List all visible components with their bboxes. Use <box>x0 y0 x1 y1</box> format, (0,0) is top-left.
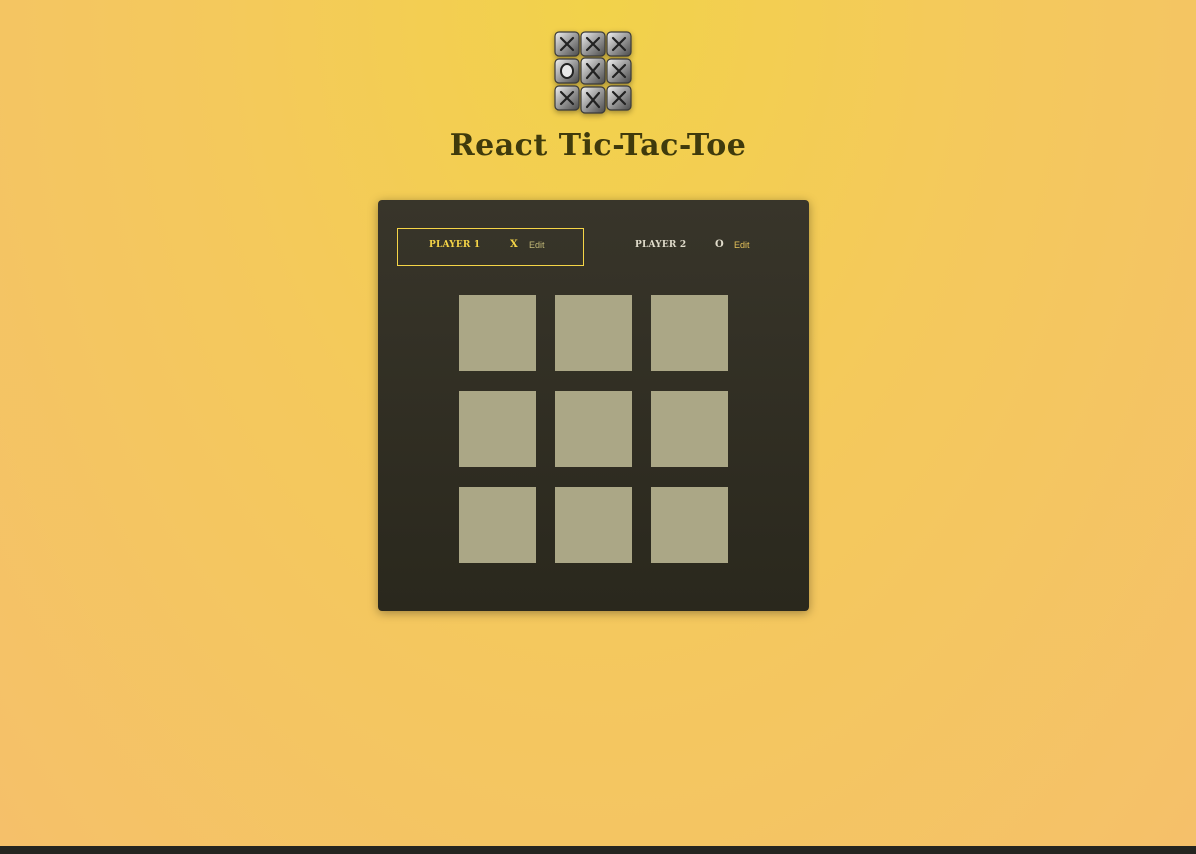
board-cell-r3-c1[interactable] <box>459 487 536 563</box>
game-board <box>459 295 728 564</box>
board-cell-r1-c3[interactable] <box>651 295 728 371</box>
game-container: Player 1 X Edit Player 2 O Edit <box>378 200 809 611</box>
player-1-name: Player 1 <box>429 240 481 250</box>
board-cell-r2-c1[interactable] <box>459 391 536 467</box>
board-cell-r2-c3[interactable] <box>651 391 728 467</box>
tic-tac-toe-logo-icon <box>554 31 632 114</box>
board-cell-r1-c2[interactable] <box>555 295 632 371</box>
player-1-edit-button[interactable]: Edit <box>529 240 545 250</box>
player-2-edit-button[interactable]: Edit <box>734 240 750 250</box>
player-1-symbol: X <box>510 239 518 250</box>
player-2-name: Player 2 <box>635 240 687 250</box>
board-cell-r1-c1[interactable] <box>459 295 536 371</box>
player-2-panel: Player 2 O Edit <box>603 228 790 266</box>
player-1-panel: Player 1 X Edit <box>397 228 584 266</box>
players-list: Player 1 X Edit Player 2 O Edit <box>397 228 790 266</box>
player-2-symbol: O <box>715 239 724 250</box>
page-title: React Tic-Tac-Toe <box>449 128 747 163</box>
bottom-bar <box>0 846 1196 854</box>
board-cell-r3-c3[interactable] <box>651 487 728 563</box>
board-cell-r3-c2[interactable] <box>555 487 632 563</box>
board-cell-r2-c2[interactable] <box>555 391 632 467</box>
